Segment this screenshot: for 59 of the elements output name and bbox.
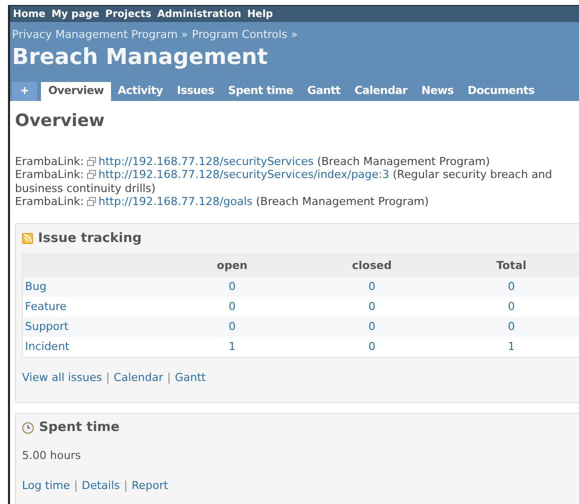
link-line: ErambaLink: http://192.168.77.128/securityServices/index/page:3 (Regular security breach and business continuity drills) xyxy=(15,168,554,195)
url-link[interactable]: http://192.168.77.128/securityServices/index/page:3 xyxy=(98,168,390,181)
column-header: closed xyxy=(302,254,442,277)
tracker-link[interactable]: Incident xyxy=(25,340,70,352)
page-title: Overview xyxy=(15,110,106,133)
hours-total: 5.00 hours xyxy=(22,448,82,464)
top-menu-link[interactable]: Home xyxy=(13,6,46,22)
count-link[interactable]: 0 xyxy=(228,280,236,293)
project-title: Breach Management xyxy=(12,44,269,72)
separator: | xyxy=(74,478,78,494)
footer-link[interactable]: Report xyxy=(132,478,168,494)
count-link[interactable]: 0 xyxy=(368,340,376,352)
count-link[interactable]: 0 xyxy=(368,280,376,293)
count-link[interactable]: 1 xyxy=(508,340,515,352)
tracker-link[interactable]: Bug xyxy=(25,280,47,293)
separator: | xyxy=(124,478,128,494)
link-line: ErambaLink: http://192.168.77.128/goals (Breach Management Program) xyxy=(15,195,430,208)
copy-icon[interactable] xyxy=(87,197,96,206)
count-link[interactable]: 0 xyxy=(228,320,236,333)
panel-title: Spent time xyxy=(39,419,120,438)
tab[interactable]: Issues xyxy=(170,82,222,101)
new-item-tab[interactable]: + xyxy=(12,82,38,101)
tab[interactable]: Gantt xyxy=(300,82,348,101)
footer-link[interactable]: Gantt xyxy=(174,370,206,386)
count-link[interactable]: 0 xyxy=(368,300,376,313)
count-link[interactable]: 0 xyxy=(508,300,515,313)
tracker-link[interactable]: Feature xyxy=(25,300,67,313)
panel-title: Issue tracking xyxy=(38,230,142,248)
url-link[interactable]: http://192.168.77.128/goals xyxy=(98,195,253,208)
breadcrumb-link[interactable]: Privacy Management Program » xyxy=(12,27,188,44)
top-menu-link[interactable]: Projects xyxy=(105,6,152,22)
tracker-link[interactable]: Support xyxy=(25,320,68,333)
top-menu-link[interactable]: My page xyxy=(51,6,100,22)
top-menu-link[interactable]: Help xyxy=(247,6,273,22)
count-link[interactable]: 0 xyxy=(508,320,515,333)
tab[interactable]: Overview xyxy=(41,82,111,101)
feed-icon xyxy=(22,233,33,244)
link-line: ErambaLink: http://192.168.77.128/securityServices (Breach Management Program) xyxy=(15,154,491,168)
footer-link[interactable]: Log time xyxy=(22,478,70,494)
tab[interactable]: Calendar xyxy=(348,82,414,101)
column-header: open xyxy=(162,254,302,277)
footer-link[interactable]: View all issues xyxy=(22,370,102,386)
breadcrumb-link[interactable]: Program Controls » xyxy=(192,27,298,44)
column-header: Total xyxy=(442,254,579,277)
footer-link[interactable]: Details xyxy=(82,478,120,494)
separator: | xyxy=(167,370,171,386)
url-link[interactable]: http://192.168.77.128/securityServices xyxy=(98,154,314,168)
tab[interactable]: Spent time xyxy=(221,82,300,101)
count-link[interactable]: 0 xyxy=(508,280,515,293)
count-link[interactable]: 1 xyxy=(228,340,236,352)
clock-icon xyxy=(22,422,34,434)
count-link[interactable]: 0 xyxy=(228,300,236,313)
tab[interactable]: Documents xyxy=(460,82,542,101)
tab[interactable]: News xyxy=(414,82,461,101)
top-menu-link[interactable]: Administration xyxy=(157,6,242,22)
tab[interactable]: Activity xyxy=(110,82,170,101)
footer-link[interactable]: Calendar xyxy=(114,370,164,386)
separator: | xyxy=(106,370,110,386)
count-link[interactable]: 0 xyxy=(368,320,376,333)
